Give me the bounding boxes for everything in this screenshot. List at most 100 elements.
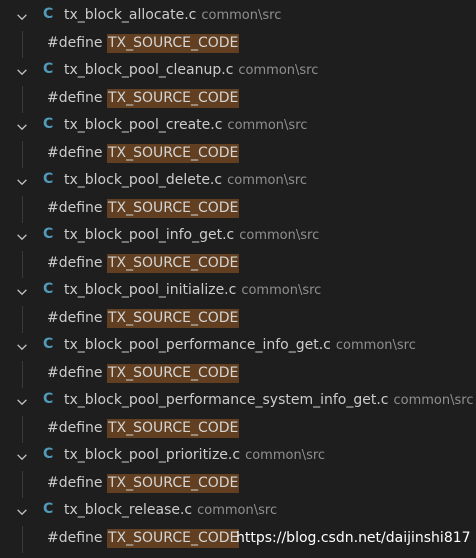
match-text: #define TX_SOURCE_CODE bbox=[47, 253, 240, 273]
file-result-row[interactable]: Ctx_block_pool_performance_system_info_g… bbox=[0, 388, 476, 416]
file-path: common\src bbox=[241, 283, 322, 298]
file-path: common\src bbox=[238, 63, 319, 78]
file-path: common\src bbox=[197, 503, 278, 518]
match-prefix: #define bbox=[47, 529, 107, 546]
watermark: https://blog.csdn.net/daijinshi817 bbox=[236, 530, 471, 546]
file-result-row[interactable]: Ctx_block_pool_create.c common\src bbox=[0, 113, 476, 141]
match-prefix: #define bbox=[47, 199, 107, 216]
match-highlight: TX_SOURCE_CODE bbox=[107, 198, 240, 218]
match-highlight: TX_SOURCE_CODE bbox=[107, 363, 240, 383]
file-name: tx_block_pool_info_get.c common\src bbox=[64, 227, 319, 243]
file-name-label: tx_block_release.c bbox=[64, 502, 193, 518]
file-path: common\src bbox=[201, 8, 282, 23]
file-name-label: tx_block_pool_info_get.c bbox=[64, 227, 235, 243]
file-name: tx_block_pool_performance_info_get.c comm… bbox=[64, 337, 416, 353]
file-path: common\src bbox=[393, 393, 474, 408]
match-text: #define TX_SOURCE_CODE bbox=[47, 143, 240, 163]
match-text: #define TX_SOURCE_CODE bbox=[47, 33, 240, 53]
file-name: tx_block_pool_delete.c common\src bbox=[64, 172, 307, 188]
match-text: #define TX_SOURCE_CODE bbox=[47, 418, 240, 438]
file-name-label: tx_block_pool_delete.c bbox=[64, 172, 223, 188]
file-result-row[interactable]: Ctx_block_pool_info_get.c common\src bbox=[0, 223, 476, 251]
file-path: common\src bbox=[245, 448, 326, 463]
match-highlight: TX_SOURCE_CODE bbox=[107, 143, 240, 163]
match-highlight: TX_SOURCE_CODE bbox=[107, 528, 240, 548]
match-line[interactable]: #define TX_SOURCE_CODE bbox=[0, 85, 476, 113]
file-name: tx_block_pool_initialize.c common\src bbox=[64, 282, 321, 298]
file-name-label: tx_block_pool_cleanup.c bbox=[64, 62, 234, 78]
file-path: common\src bbox=[227, 118, 308, 133]
file-result-row[interactable]: Ctx_block_pool_performance_info_get.c com… bbox=[0, 333, 476, 361]
match-text: #define TX_SOURCE_CODE bbox=[47, 198, 240, 218]
file-name-label: tx_block_pool_performance_system_info_ge… bbox=[64, 392, 389, 408]
match-line[interactable]: #define TX_SOURCE_CODE bbox=[0, 305, 476, 333]
file-name: tx_block_release.c common\src bbox=[64, 502, 277, 518]
chevron-down-icon[interactable] bbox=[15, 505, 29, 519]
c-language-icon: C bbox=[43, 446, 54, 462]
match-highlight: TX_SOURCE_CODE bbox=[107, 33, 240, 53]
match-line[interactable]: #define TX_SOURCE_CODE bbox=[0, 470, 476, 498]
tree-indent-guide bbox=[22, 525, 23, 553]
file-name: tx_block_pool_performance_system_info_ge… bbox=[64, 392, 473, 408]
tree-indent-guide bbox=[22, 305, 23, 333]
match-line[interactable]: #define TX_SOURCE_CODE bbox=[0, 30, 476, 58]
c-language-icon: C bbox=[43, 336, 54, 352]
tree-indent-guide bbox=[22, 250, 23, 278]
file-name: tx_block_pool_create.c common\src bbox=[64, 117, 307, 133]
match-line[interactable]: #define TX_SOURCE_CODE bbox=[0, 250, 476, 278]
match-highlight: TX_SOURCE_CODE bbox=[107, 253, 240, 273]
match-highlight: TX_SOURCE_CODE bbox=[107, 473, 240, 493]
tree-indent-guide bbox=[22, 470, 23, 498]
match-prefix: #define bbox=[47, 309, 107, 326]
chevron-down-icon[interactable] bbox=[15, 450, 29, 464]
file-name-label: tx_block_allocate.c bbox=[64, 7, 197, 23]
file-name-label: tx_block_pool_performance_info_get.c bbox=[64, 337, 331, 353]
chevron-down-icon[interactable] bbox=[15, 340, 29, 354]
file-result-row[interactable]: Ctx_block_pool_delete.c common\src bbox=[0, 168, 476, 196]
file-name: tx_block_pool_cleanup.c common\src bbox=[64, 62, 318, 78]
match-text: #define TX_SOURCE_CODE bbox=[47, 473, 240, 493]
match-highlight: TX_SOURCE_CODE bbox=[107, 418, 240, 438]
chevron-down-icon[interactable] bbox=[15, 395, 29, 409]
tree-indent-guide bbox=[22, 195, 23, 223]
match-prefix: #define bbox=[47, 419, 107, 436]
c-language-icon: C bbox=[43, 226, 54, 242]
file-result-row[interactable]: Ctx_block_pool_initialize.c common\src bbox=[0, 278, 476, 306]
match-prefix: #define bbox=[47, 254, 107, 271]
c-language-icon: C bbox=[43, 6, 54, 22]
file-result-row[interactable]: Ctx_block_release.c common\src bbox=[0, 498, 476, 526]
tree-indent-guide bbox=[22, 140, 23, 168]
match-line[interactable]: #define TX_SOURCE_CODE bbox=[0, 415, 476, 443]
chevron-down-icon[interactable] bbox=[15, 285, 29, 299]
file-path: common\src bbox=[239, 228, 320, 243]
match-prefix: #define bbox=[47, 364, 107, 381]
file-name-label: tx_block_pool_create.c bbox=[64, 117, 223, 133]
tree-indent-guide bbox=[22, 30, 23, 58]
c-language-icon: C bbox=[43, 391, 54, 407]
search-results-tree: Ctx_block_allocate.c common\src #define TX… bbox=[0, 3, 476, 553]
tree-indent-guide bbox=[22, 85, 23, 113]
chevron-down-icon[interactable] bbox=[15, 120, 29, 134]
file-name-label: tx_block_pool_initialize.c bbox=[64, 282, 237, 298]
c-language-icon: C bbox=[43, 61, 54, 77]
match-line[interactable]: #define TX_SOURCE_CODE bbox=[0, 360, 476, 388]
file-result-row[interactable]: Ctx_block_allocate.c common\src bbox=[0, 3, 476, 31]
match-line[interactable]: #define TX_SOURCE_CODE bbox=[0, 195, 476, 223]
file-result-row[interactable]: Ctx_block_pool_cleanup.c common\src bbox=[0, 58, 476, 86]
file-name-label: tx_block_pool_prioritize.c bbox=[64, 447, 241, 463]
match-prefix: #define bbox=[47, 474, 107, 491]
match-prefix: #define bbox=[47, 34, 107, 51]
file-result-row[interactable]: Ctx_block_pool_prioritize.c common\src bbox=[0, 443, 476, 471]
match-highlight: TX_SOURCE_CODE bbox=[107, 88, 240, 108]
chevron-down-icon[interactable] bbox=[15, 10, 29, 24]
match-line[interactable]: #define TX_SOURCE_CODE bbox=[0, 140, 476, 168]
file-path: common\src bbox=[227, 173, 308, 188]
c-language-icon: C bbox=[43, 281, 54, 297]
file-name: tx_block_pool_prioritize.c common\src bbox=[64, 447, 325, 463]
chevron-down-icon[interactable] bbox=[15, 175, 29, 189]
chevron-down-icon[interactable] bbox=[15, 65, 29, 79]
chevron-down-icon[interactable] bbox=[15, 230, 29, 244]
match-text: #define TX_SOURCE_CODE bbox=[47, 528, 240, 548]
match-prefix: #define bbox=[47, 144, 107, 161]
match-prefix: #define bbox=[47, 89, 107, 106]
